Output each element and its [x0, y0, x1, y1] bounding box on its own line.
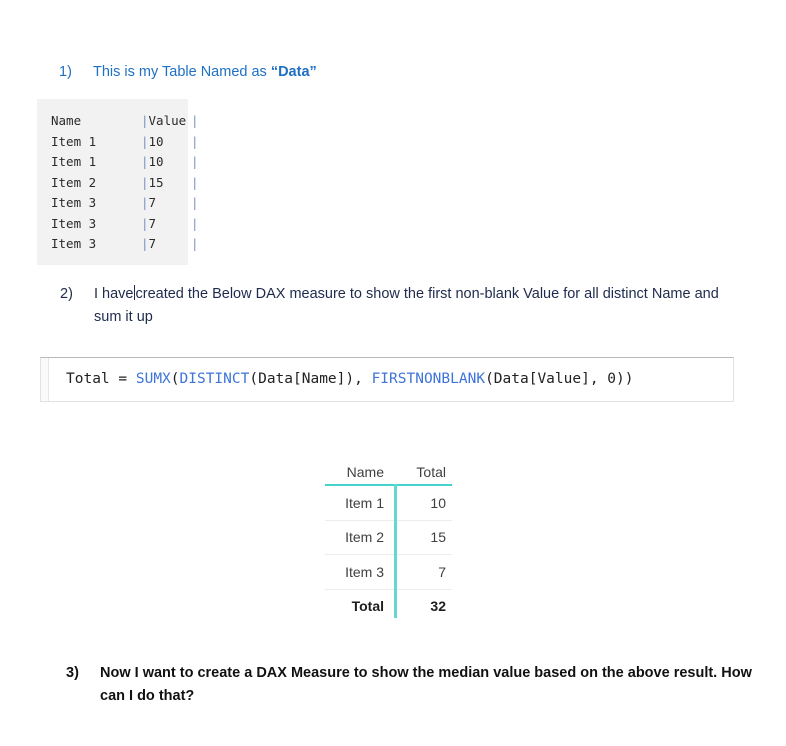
source-cell-name: Item 1 [51, 154, 97, 169]
source-separator: | [141, 236, 149, 251]
source-data-header-row: Name |Value | [51, 111, 199, 132]
source-separator: | [141, 113, 149, 128]
result-cell-name: Item 1 [345, 494, 384, 511]
source-separator-end: | [191, 236, 199, 251]
source-data-row: Item 3 |7 | [51, 234, 199, 255]
result-total-row: Total 32 [325, 590, 452, 624]
list-marker-1: 1) [59, 64, 72, 80]
source-cell-name: Item 3 [51, 215, 97, 231]
function-distinct: DISTINCT [179, 371, 250, 387]
result-header-total: Total [416, 463, 446, 480]
source-separator-end: | [191, 174, 199, 190]
source-cell-value: 7 [148, 215, 157, 231]
list-marker-3: 3) [66, 665, 79, 681]
source-separator-end: | [191, 133, 199, 149]
list-item-3-line1: Now I want to create a DAX Measure to sh… [100, 665, 718, 681]
result-cell-total: 10 [430, 494, 446, 511]
source-separator-end: | [191, 154, 199, 169]
source-col-value-header: Value [148, 113, 187, 128]
result-row[interactable]: Item 2 15 [325, 521, 452, 555]
assignment-operator: = [109, 371, 136, 387]
function-firstnonblank: FIRSTNONBLANK [371, 371, 486, 387]
source-data-row: Item 1 |10 | [51, 132, 199, 153]
list-marker-2: 2) [60, 286, 73, 302]
table-name-emphasis: “Data” [270, 64, 317, 80]
source-cell-value: 10 [148, 154, 164, 169]
source-cell-value: 10 [148, 133, 164, 149]
source-cell-name: Item 2 [51, 174, 97, 190]
function-sumx: SUMX [135, 371, 171, 387]
formula-punct-1: ( [170, 371, 180, 387]
measure-name: Total [66, 371, 110, 387]
source-separator: | [141, 133, 149, 149]
source-col-name-header: Name [51, 113, 82, 128]
list-item-2-line1-b: created the Below DAX measure to show th… [135, 286, 648, 302]
source-data-row: Item 3 |7 | [51, 193, 199, 214]
source-separator: | [141, 215, 149, 231]
source-separator: | [141, 195, 149, 210]
list-item-2-line1-a: I have [94, 286, 134, 302]
result-total-value: 32 [430, 598, 446, 615]
result-row[interactable]: Item 1 10 [325, 486, 452, 521]
formula-gutter [41, 358, 49, 401]
list-item-3-text: Now I want to create a DAX Measure to sh… [100, 662, 776, 708]
list-item-1: 1) This is my Table Named as “Data” [59, 61, 759, 84]
result-total-label: Total [351, 598, 384, 615]
source-data-row: Item 1 |10 | [51, 152, 199, 173]
formula-arg-1: (Data[Name]), [249, 371, 372, 387]
result-header-row: Name Total [325, 459, 452, 486]
source-separator-end: | [191, 215, 199, 231]
dax-formula-text: Total = SUMX(DISTINCT(Data[Name]), FIRST… [66, 369, 633, 389]
list-item-3: 3) Now I want to create a DAX Measure to… [66, 662, 776, 708]
result-cell-total: 7 [438, 563, 446, 580]
list-item-2-text: I have created the Below DAX measure to s… [94, 283, 740, 329]
source-separator-end: | [191, 195, 199, 210]
source-separator: | [141, 154, 149, 169]
source-data-block: Name |Value | Item 1 |10 | Item 1 |10 | Item 2… [37, 99, 199, 265]
result-header-name: Name [346, 463, 384, 480]
source-data-row: Item 3 |7 | [51, 214, 199, 235]
result-row[interactable]: Item 3 7 [325, 555, 452, 590]
source-cell-name: Item 3 [51, 195, 97, 210]
result-cell-name: Item 3 [345, 563, 384, 580]
result-column-divider [394, 484, 397, 618]
list-item-2: 2) I have created the Below DAX measure t… [60, 283, 740, 329]
list-item-1-text-before: This is my Table Named as [93, 64, 271, 80]
source-cell-name: Item 1 [51, 133, 97, 149]
source-cell-name: Item 3 [51, 236, 97, 251]
source-cell-value: 7 [148, 236, 157, 251]
source-separator: | [141, 174, 149, 190]
result-cell-name: Item 2 [345, 529, 384, 546]
source-cell-value: 15 [148, 174, 164, 190]
source-cell-value: 7 [148, 195, 157, 210]
result-cell-total: 15 [430, 529, 446, 546]
result-matrix: Name Total Item 1 10 Item 2 15 Item 3 7 … [325, 459, 452, 623]
list-item-1-text: This is my Table Named as “Data” [93, 61, 759, 84]
source-data-row: Item 2 |15 | [51, 173, 199, 194]
source-separator-end: | [191, 113, 199, 128]
dax-formula-box[interactable]: Total = SUMX(DISTINCT(Data[Name]), FIRST… [40, 357, 734, 402]
formula-arg-2: (Data[Value], 0)) [485, 371, 634, 387]
